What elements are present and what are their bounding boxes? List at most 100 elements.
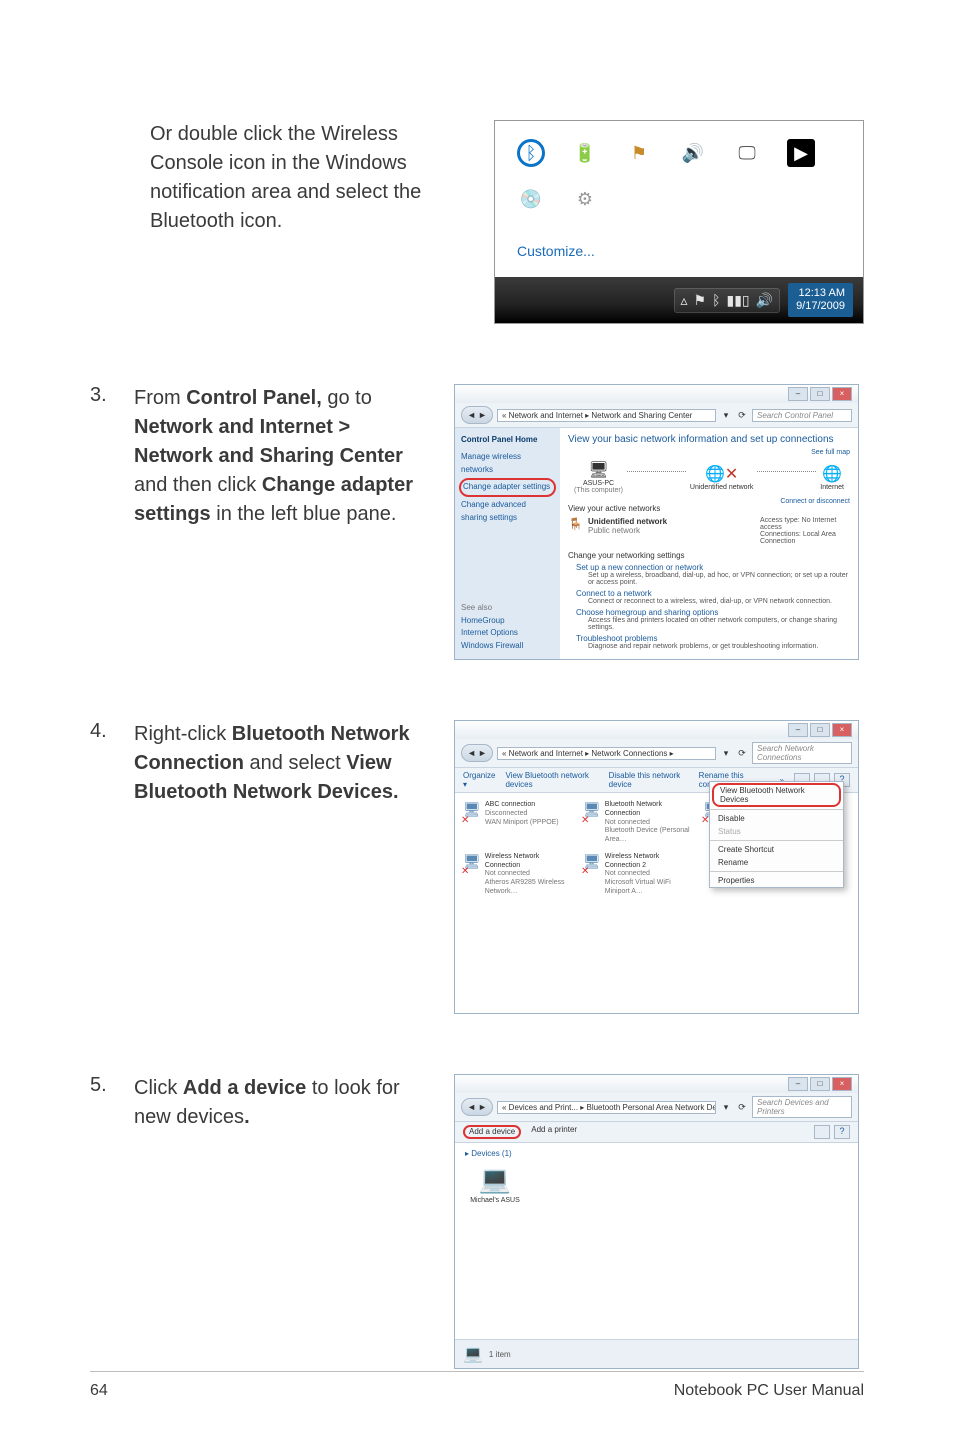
network-icon: 🌐✕ xyxy=(690,464,753,484)
add-printer-button[interactable]: Add a printer xyxy=(531,1125,577,1139)
toolbar-view-bt[interactable]: View Bluetooth network devices xyxy=(505,771,598,789)
sidebar: Control Panel Home Manage wireless netwo… xyxy=(455,428,560,659)
view-icon[interactable] xyxy=(814,1125,830,1139)
disc-icon: 💿 xyxy=(517,185,545,213)
close-button[interactable]: × xyxy=(832,1077,852,1091)
taskbar: ▵ ⚑ ᛒ ▮▮▯ 🔊 12:13 AM 9/17/2009 xyxy=(495,277,863,323)
maximize-button[interactable]: □ xyxy=(810,387,830,401)
nav-back-forward[interactable]: ◄► xyxy=(461,1098,493,1116)
see-also-homegroup[interactable]: HomeGroup xyxy=(461,615,554,628)
context-menu: View Bluetooth Network Devices Disable S… xyxy=(709,781,844,888)
device-item[interactable]: 💻 Michael's ASUS xyxy=(465,1164,525,1204)
menu-rename[interactable]: Rename xyxy=(710,856,843,869)
flag-icon[interactable]: ⚑ xyxy=(694,292,707,309)
minimize-button[interactable]: – xyxy=(788,1077,808,1091)
close-button[interactable]: × xyxy=(832,387,852,401)
footer-count: 1 item xyxy=(489,1350,511,1359)
chevron-up-icon[interactable]: ▵ xyxy=(681,292,688,309)
bluetooth-tray-icon[interactable]: ᛒ xyxy=(712,292,720,308)
screenshot-network-sharing: – □ × ◄► « Network and Internet ▸ Networ… xyxy=(454,384,859,660)
see-full-map-link[interactable]: See full map xyxy=(568,449,850,456)
task-troubleshoot[interactable]: Troubleshoot problems xyxy=(576,634,658,643)
network-icon: 🖵 xyxy=(733,139,761,167)
close-button[interactable]: × xyxy=(832,723,852,737)
window-titlebar: – □ × xyxy=(455,385,858,403)
intro-text: Or double click the Wireless Console ico… xyxy=(90,120,474,236)
address-field[interactable]: « Network and Internet ▸ Network and Sha… xyxy=(497,409,716,422)
see-also-internet-options[interactable]: Internet Options xyxy=(461,627,554,640)
search-field[interactable]: Search Network Connections xyxy=(752,742,852,764)
map-node-network: 🌐✕ Unidentified network xyxy=(690,464,753,491)
globe-icon: 🌐 xyxy=(820,464,844,484)
action-center-icon: ⚑ xyxy=(625,139,653,167)
volume-icon: 🔊 xyxy=(679,139,707,167)
step-text-3: From Control Panel, go to Network and In… xyxy=(134,384,434,529)
minimize-button[interactable]: – xyxy=(788,723,808,737)
sidebar-advanced-sharing[interactable]: Change advanced sharing settings xyxy=(461,499,554,525)
screenshot-tray: ᛒ 🔋 ⚑ 🔊 🖵 ▶ 💿 ⚙ Customize... ▵ ⚑ ᛒ ▮▮▯ xyxy=(494,120,864,324)
laptop-icon: 💻 xyxy=(465,1164,525,1195)
maximize-button[interactable]: □ xyxy=(810,723,830,737)
x-overlay-icon: ✕ xyxy=(581,815,599,828)
change-settings-heading: Change your networking settings xyxy=(568,551,850,560)
x-overlay-icon: ✕ xyxy=(581,866,599,879)
speaker-icon[interactable]: 🔊 xyxy=(756,292,773,309)
step-text-4: Right-click Bluetooth Network Connection… xyxy=(134,720,434,807)
clock-date: 9/17/2009 xyxy=(796,300,845,313)
connection-item[interactable]: 🖥✕ABC connectionDisconnectedWAN Miniport… xyxy=(463,801,575,845)
search-field[interactable]: Search Control Panel xyxy=(752,409,852,422)
menu-create-shortcut[interactable]: Create Shortcut xyxy=(710,843,843,856)
footer-laptop-icon: 💻 xyxy=(463,1344,483,1364)
active-networks-label: View your active networks xyxy=(568,504,660,513)
see-also-firewall[interactable]: Windows Firewall xyxy=(461,640,554,653)
add-device-button[interactable]: Add a device xyxy=(463,1125,521,1139)
step-text-5: Click Add a device to look for new devic… xyxy=(134,1074,434,1132)
connection-item[interactable]: 🖥✕Wireless Network ConnectionNot connect… xyxy=(463,853,575,897)
task-new-connection[interactable]: Set up a new connection or network xyxy=(576,563,703,572)
devices-group[interactable]: ▸ Devices (1) xyxy=(465,1149,848,1158)
gear-icon: ⚙ xyxy=(571,185,599,213)
connection-item[interactable]: 🖥✕Wireless Network Connection 2Not conne… xyxy=(583,853,695,897)
manual-title: Notebook PC User Manual xyxy=(674,1382,864,1400)
task-connect-network[interactable]: Connect to a network xyxy=(576,589,652,598)
sidebar-manage-wireless[interactable]: Manage wireless networks xyxy=(461,451,554,477)
nav-back-forward[interactable]: ◄► xyxy=(461,406,493,424)
organize-menu[interactable]: Organize ▾ xyxy=(463,771,495,789)
toolbar-disable[interactable]: Disable this network device xyxy=(609,771,689,789)
menu-properties[interactable]: Properties xyxy=(710,874,843,887)
x-overlay-icon: ✕ xyxy=(461,866,479,879)
clock-time: 12:13 AM xyxy=(796,287,845,300)
maximize-button[interactable]: □ xyxy=(810,1077,830,1091)
battery-icon: 🔋 xyxy=(571,139,599,167)
menu-view-bt-devices[interactable]: View Bluetooth Network Devices xyxy=(712,783,841,807)
screenshot-network-connections: – □ × ◄► « Network and Internet ▸ Networ… xyxy=(454,720,859,1014)
address-field[interactable]: « Network and Internet ▸ Network Connect… xyxy=(497,747,716,760)
help-icon[interactable]: ? xyxy=(834,1125,850,1139)
details-pane: 💻 1 item xyxy=(455,1339,858,1368)
bluetooth-icon: ᛒ xyxy=(517,139,545,167)
menu-disable[interactable]: Disable xyxy=(710,812,843,825)
taskbar-clock: 12:13 AM 9/17/2009 xyxy=(788,283,853,317)
pc-icon: 🖥 xyxy=(574,460,623,480)
sidebar-heading: Control Panel Home xyxy=(461,434,554,447)
address-field[interactable]: « Devices and Print... ▸ Bluetooth Perso… xyxy=(497,1101,716,1114)
signal-icon[interactable]: ▮▮▯ xyxy=(727,292,750,309)
step-number-4: 4. xyxy=(90,720,114,743)
connect-disconnect-link[interactable]: Connect or disconnect xyxy=(780,498,850,513)
step-number-3: 3. xyxy=(90,384,114,407)
search-field[interactable]: Search Devices and Printers xyxy=(752,1096,852,1118)
minimize-button[interactable]: – xyxy=(788,387,808,401)
customize-link[interactable]: Customize... xyxy=(507,237,851,265)
bench-icon: 🪑 xyxy=(568,517,582,531)
step-number-5: 5. xyxy=(90,1074,114,1097)
device-name: Michael's ASUS xyxy=(470,1197,520,1204)
page-number: 64 xyxy=(90,1382,108,1400)
screenshot-devices: – □ × ◄► « Devices and Print... ▸ Blueto… xyxy=(454,1074,859,1369)
media-icon: ▶ xyxy=(787,139,815,167)
connection-item[interactable]: 🖥✕Bluetooth Network ConnectionNot connec… xyxy=(583,801,695,845)
map-node-pc: 🖥 ASUS-PC (This computer) xyxy=(574,460,623,494)
nav-back-forward[interactable]: ◄► xyxy=(461,744,493,762)
main-heading: View your basic network information and … xyxy=(568,434,850,445)
task-homegroup[interactable]: Choose homegroup and sharing options xyxy=(576,608,718,617)
sidebar-change-adapter[interactable]: Change adapter settings xyxy=(459,478,556,497)
